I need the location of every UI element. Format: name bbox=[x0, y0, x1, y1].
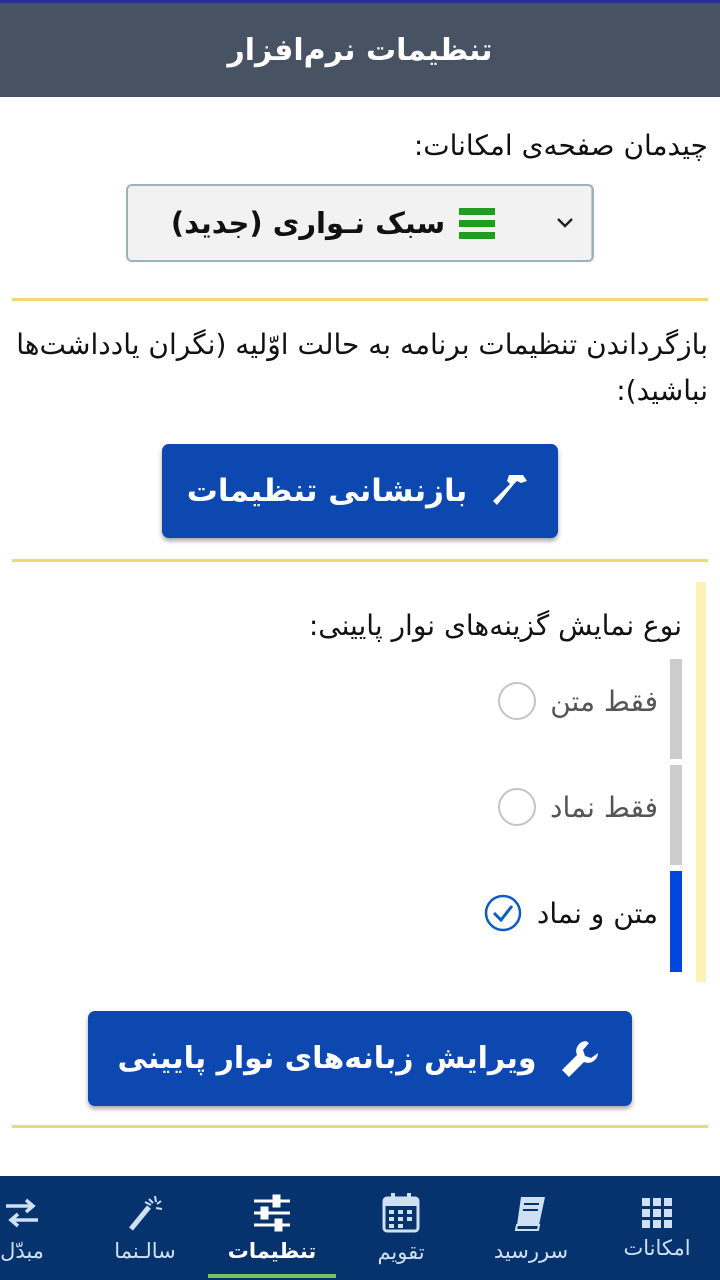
divider bbox=[12, 559, 708, 562]
nav-item-label: سررسید bbox=[493, 1239, 569, 1263]
radio-option-label: فقط متن bbox=[550, 684, 658, 718]
reset-settings-button[interactable]: بازنشانی تنظیمات bbox=[162, 444, 558, 538]
edit-bottom-tabs-button[interactable]: ویرایش زبانه‌های نوار پایینی bbox=[88, 1011, 632, 1106]
radio-option-label: متن و نماد bbox=[536, 896, 658, 930]
nav-item-converter[interactable]: مبدّل bbox=[0, 1176, 44, 1280]
app-header: تنظیمات نرم‌افزار bbox=[0, 3, 720, 97]
reset-settings-label: بازنشانی تنظیمات bbox=[186, 473, 468, 509]
nav-item-label: سالـنما bbox=[114, 1239, 176, 1263]
nav-item-label: تنظیمات bbox=[227, 1239, 317, 1263]
radio-checked-icon[interactable] bbox=[483, 893, 523, 933]
radio-indicator-bar bbox=[670, 765, 682, 865]
grid-icon bbox=[642, 1198, 672, 1228]
nav-item-planner[interactable]: سررسید bbox=[486, 1176, 576, 1280]
bottom-navigation: امکانات سررسید تقویم تنظیمات سالـنما مبد… bbox=[0, 1176, 720, 1280]
radio-option-icon-only[interactable]: فقط نماد bbox=[497, 788, 658, 826]
wrench-icon bbox=[562, 1040, 599, 1077]
radio-empty-icon[interactable] bbox=[498, 682, 537, 720]
nav-item-label: امکانات bbox=[623, 1236, 691, 1260]
active-tab-indicator bbox=[208, 1274, 336, 1278]
divider bbox=[12, 298, 708, 301]
page-title: تنظیمات نرم‌افزار bbox=[227, 32, 493, 68]
layout-label: چیدمان صفحه‌ی امکانات: bbox=[413, 129, 708, 162]
chevron-down-icon[interactable] bbox=[538, 186, 592, 260]
layout-select[interactable]: سبک نـواری (جدید) bbox=[126, 184, 594, 262]
divider bbox=[12, 1125, 708, 1128]
nav-item-features[interactable]: امکانات bbox=[612, 1176, 702, 1280]
radio-option-text-and-icon[interactable]: متن و نماد bbox=[483, 893, 658, 933]
calendar-icon bbox=[382, 1193, 420, 1233]
hammer-icon bbox=[493, 475, 528, 505]
nav-item-almanac[interactable]: سالـنما bbox=[100, 1176, 190, 1280]
edit-bottom-tabs-label: ویرایش زبانه‌های نوار پایینی bbox=[117, 1041, 537, 1076]
radio-option-text-only[interactable]: فقط متن bbox=[498, 682, 658, 720]
book-icon bbox=[514, 1197, 545, 1231]
reset-description: بازگرداندن تنظیمات برنامه به حالت اوّلیه… bbox=[16, 328, 708, 407]
radio-empty-icon[interactable] bbox=[497, 788, 536, 826]
nav-item-label: تقویم bbox=[377, 1240, 425, 1264]
radio-indicator-bar bbox=[670, 659, 682, 759]
radio-indicator-bar-selected bbox=[670, 871, 682, 972]
layout-select-value: سبک نـواری (جدید) bbox=[170, 206, 446, 240]
nav-item-calendar[interactable]: تقویم bbox=[356, 1176, 446, 1280]
display-type-label: نوع نمایش گزینه‌های نوار پایینی: bbox=[308, 609, 682, 642]
nav-item-label: مبدّل bbox=[0, 1239, 44, 1263]
green-bars-icon bbox=[459, 207, 496, 239]
sliders-icon bbox=[254, 1194, 290, 1232]
radio-option-label: فقط نماد bbox=[549, 790, 658, 824]
section-accent-bar bbox=[696, 582, 706, 982]
magic-wand-icon bbox=[129, 1195, 163, 1231]
swap-arrows-icon bbox=[6, 1198, 38, 1228]
layout-select-value-area[interactable]: سبک نـواری (جدید) bbox=[128, 186, 538, 260]
nav-item-settings[interactable]: تنظیمات bbox=[208, 1176, 336, 1280]
